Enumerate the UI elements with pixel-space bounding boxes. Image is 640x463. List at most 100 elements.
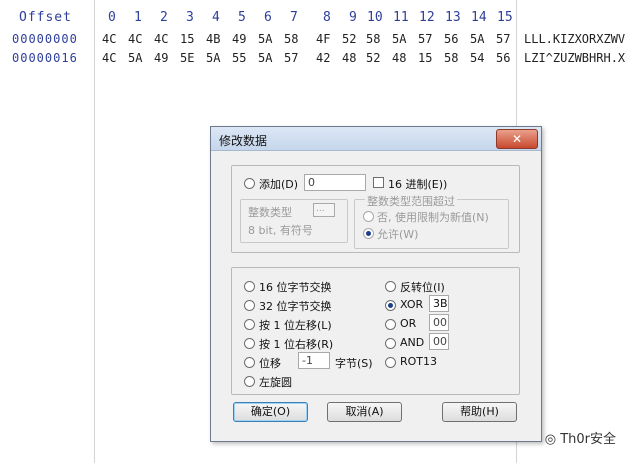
or-label: OR [400, 317, 417, 330]
hex-byte[interactable]: 4C [154, 32, 168, 46]
rotate-left-label: 左旋圆 [259, 376, 292, 389]
dialog-titlebar[interactable]: 修改数据 ✕ [211, 127, 541, 151]
invert-radio[interactable] [385, 281, 396, 292]
ok-button[interactable]: 确定(O) [233, 402, 308, 422]
shift-right-radio[interactable] [244, 338, 255, 349]
integer-type-title: 整数类型 [248, 206, 292, 219]
shift-bytes-radio[interactable] [244, 357, 255, 368]
hex-byte[interactable]: 5A [258, 32, 272, 46]
help-button[interactable]: 帮助(H) [442, 402, 517, 422]
overflow-group: 整数类型范围超过 否, 使用限制为新值(N) 允许(W) [354, 193, 509, 249]
xor-value-input[interactable]: 3B [429, 295, 449, 312]
hex-byte[interactable]: 4F [316, 32, 330, 46]
hex-byte[interactable]: 52 [366, 51, 380, 65]
and-value-input[interactable]: 00 [429, 333, 449, 350]
hex-byte[interactable]: 5A [128, 51, 142, 65]
invert-label: 反转位(I) [400, 281, 445, 294]
hex-column-header: Offset 0 1 2 3 4 5 6 7 8 9 10 11 12 13 1… [0, 0, 640, 28]
shift-right-label: 按 1 位右移(R) [259, 338, 334, 351]
hex-byte[interactable]: 49 [232, 32, 246, 46]
col-header: 8 [323, 10, 331, 25]
cancel-button[interactable]: 取消(A) [327, 402, 402, 422]
col-header: 10 [367, 10, 383, 25]
swap16-radio[interactable] [244, 281, 255, 292]
hex-byte[interactable]: 5A [206, 51, 220, 65]
hex-byte[interactable]: 57 [418, 32, 432, 46]
or-radio[interactable] [385, 319, 396, 330]
row-offset: 00000000 [12, 32, 78, 46]
ascii-text[interactable]: LZI^ZUZWBHRH.X [524, 51, 625, 65]
shift-bytes-label: 位移 [259, 357, 281, 370]
hex-byte[interactable]: 56 [496, 51, 510, 65]
hex-byte[interactable]: 4C [128, 32, 142, 46]
rot13-label: ROT13 [400, 355, 438, 368]
hex-byte[interactable]: 4C [102, 32, 116, 46]
close-button[interactable]: ✕ [496, 129, 538, 149]
shift-left-label: 按 1 位左移(L) [259, 319, 332, 332]
hex-byte[interactable]: 4C [102, 51, 116, 65]
hex-byte[interactable]: 15 [418, 51, 432, 65]
col-header: 15 [497, 10, 513, 25]
hex-byte[interactable]: 54 [470, 51, 484, 65]
add-value-input[interactable]: 0 [304, 174, 366, 191]
add-group: 添加(D) 0 16 进制(E)) 整数类型 ... 8 bit, 有符号 整数… [231, 165, 520, 253]
rotate-left-radio[interactable] [244, 376, 255, 387]
integer-type-value: 8 bit, 有符号 [248, 224, 313, 237]
rot13-radio[interactable] [385, 357, 396, 368]
col-header: 9 [349, 10, 357, 25]
overflow-allow-radio[interactable] [363, 228, 374, 239]
operations-group: 16 位字节交换 32 位字节交换 按 1 位左移(L) 按 1 位右移(R) … [231, 267, 520, 395]
or-value-input[interactable]: 00 [429, 314, 449, 331]
overflow-no-label: 否, 使用限制为新值(N) [377, 211, 489, 224]
ascii-text[interactable]: LLL.KIZXORXZWV [524, 32, 625, 46]
hex-byte[interactable]: 56 [444, 32, 458, 46]
hex-byte[interactable]: 5E [180, 51, 194, 65]
col-header: 14 [471, 10, 487, 25]
overflow-title: 整数类型范围超过 [365, 193, 457, 209]
hex-byte[interactable]: 58 [284, 32, 298, 46]
shift-unit-label: 字节(S) [335, 357, 373, 370]
hex-byte[interactable]: 58 [444, 51, 458, 65]
xor-radio[interactable] [385, 300, 396, 311]
swap32-radio[interactable] [244, 300, 255, 311]
hex-byte[interactable]: 58 [366, 32, 380, 46]
row-offset: 00000016 [12, 51, 78, 65]
and-label: AND [400, 336, 425, 349]
browse-button[interactable]: ... [313, 203, 335, 217]
hex-checkbox[interactable] [373, 177, 384, 188]
hex-byte[interactable]: 5A [470, 32, 484, 46]
integer-type-group: 整数类型 ... 8 bit, 有符号 [240, 199, 348, 243]
hex-label: 16 进制(E)) [388, 178, 448, 191]
close-icon: ✕ [511, 132, 523, 146]
col-header: 7 [290, 10, 298, 25]
col-header: 13 [445, 10, 461, 25]
hex-byte[interactable]: 52 [342, 32, 356, 46]
hex-byte[interactable]: 48 [342, 51, 356, 65]
hex-byte[interactable]: 4B [206, 32, 220, 46]
col-header: 0 [108, 10, 116, 25]
hex-byte[interactable]: 57 [496, 32, 510, 46]
shift-value-input[interactable]: -1 [298, 352, 330, 369]
col-header: 3 [186, 10, 194, 25]
hex-byte[interactable]: 15 [180, 32, 194, 46]
hex-byte[interactable]: 55 [232, 51, 246, 65]
hex-byte[interactable]: 42 [316, 51, 330, 65]
and-radio[interactable] [385, 338, 396, 349]
xor-label: XOR [400, 298, 424, 311]
overflow-no-radio[interactable] [363, 211, 374, 222]
offset-header: Offset [19, 10, 72, 25]
offset-divider [94, 0, 95, 463]
col-header: 1 [134, 10, 142, 25]
col-header: 12 [419, 10, 435, 25]
hex-byte[interactable]: 57 [284, 51, 298, 65]
wechat-icon: ◎ [544, 432, 561, 447]
add-label: 添加(D) [259, 178, 299, 191]
hex-byte[interactable]: 5A [392, 32, 406, 46]
add-radio[interactable] [244, 178, 255, 189]
col-header: 6 [264, 10, 272, 25]
swap16-label: 16 位字节交换 [259, 281, 332, 294]
hex-byte[interactable]: 5A [258, 51, 272, 65]
shift-left-radio[interactable] [244, 319, 255, 330]
hex-byte[interactable]: 48 [392, 51, 406, 65]
hex-byte[interactable]: 49 [154, 51, 168, 65]
